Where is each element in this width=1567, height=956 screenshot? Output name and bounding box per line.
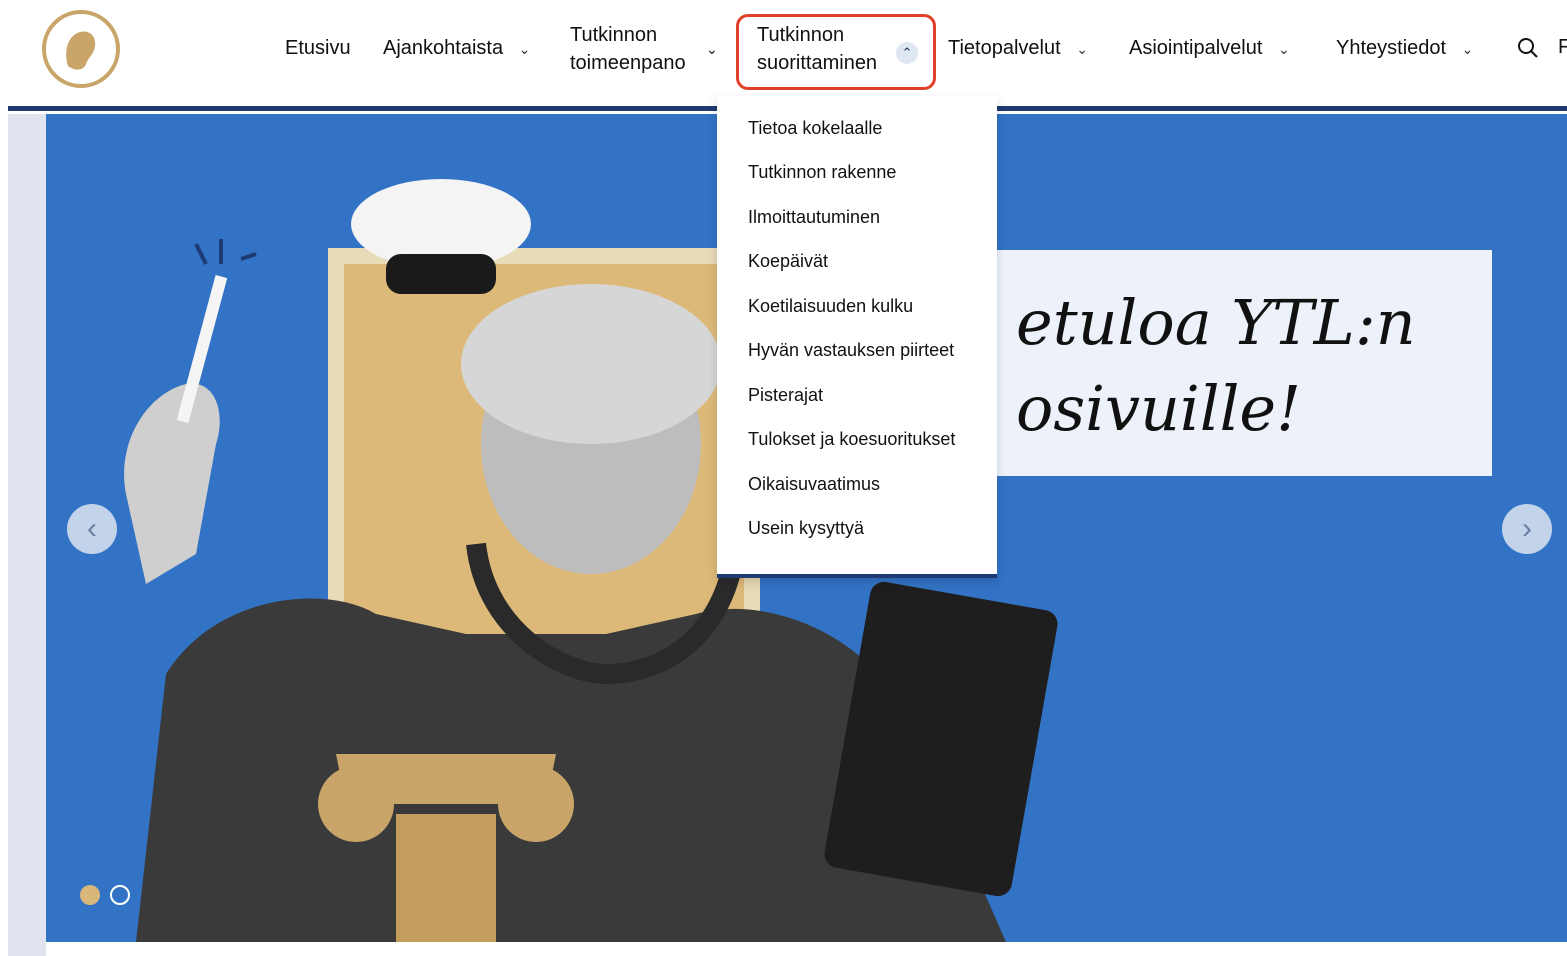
nav-label: Etusivu: [285, 37, 351, 59]
hero-title-line1: etuloa YTL:n: [1016, 286, 1416, 359]
carousel-prev-button[interactable]: ‹: [67, 504, 117, 554]
menu-item[interactable]: Ilmoittautuminen: [748, 207, 880, 228]
nav-label-line1: Tutkinnon: [570, 24, 658, 46]
chevron-down-icon: ⌄: [1076, 40, 1088, 57]
chevron-right-icon: ›: [1522, 512, 1532, 545]
nav-label: Tietopalvelut: [948, 37, 1061, 59]
nav-item-yhteystiedot[interactable]: Yhteystiedot ⌄: [1336, 34, 1473, 63]
menu-item[interactable]: Koepäivät: [748, 251, 828, 272]
chevron-down-icon: ⌄: [518, 40, 531, 57]
hero-title: etuloa YTL:n osivuille!: [1016, 280, 1416, 452]
hero-left-strip: [8, 114, 46, 956]
carousel-dot-1[interactable]: [80, 885, 100, 905]
menu-item[interactable]: Usein kysyttyä: [748, 518, 864, 539]
chevron-up-button[interactable]: ⌃: [896, 37, 918, 65]
nav-item-ajankohtaista[interactable]: Ajankohtaista ⌄: [383, 34, 530, 63]
nav-item-suorittaminen[interactable]: Tutkinnon suorittaminen: [757, 21, 877, 77]
nav-label: Ajankohtaista: [383, 37, 504, 59]
nav-item-asiointipalvelut[interactable]: Asiointipalvelut ⌄: [1129, 34, 1290, 63]
dropdown-menu-suorittaminen: Tietoa kokelaalle Tutkinnon rakenne Ilmo…: [717, 96, 997, 578]
menu-item[interactable]: Koetilaisuuden kulku: [748, 296, 913, 317]
nav-label: Asiointipalvelut: [1129, 37, 1263, 59]
chevron-left-icon: ‹: [87, 512, 97, 545]
nav-item-etusivu[interactable]: Etusivu: [285, 34, 351, 62]
menu-item[interactable]: Tietoa kokelaalle: [748, 118, 882, 139]
carousel-dot-2[interactable]: [110, 885, 130, 905]
chevron-down-icon: ⌄: [1461, 40, 1474, 57]
menu-item[interactable]: Tutkinnon rakenne: [748, 162, 896, 183]
chevron-down-icon: ⌄: [1277, 40, 1290, 57]
nav-label-line2: suorittaminen: [757, 52, 878, 74]
menu-item[interactable]: Pisterajat: [748, 385, 823, 406]
search-button[interactable]: [1516, 36, 1540, 60]
nav-item-tietopalvelut[interactable]: Tietopalvelut ⌄: [948, 34, 1088, 63]
chevron-down-icon[interactable]: ⌄: [706, 34, 718, 63]
carousel-dots: [80, 885, 130, 905]
nav-item-toimeenpano[interactable]: Tutkinnon toimeenpano: [570, 21, 686, 77]
carousel-next-button[interactable]: ›: [1502, 504, 1552, 554]
nav-label-line1: Tutkinnon: [757, 24, 845, 46]
hero-title-line2: osivuille!: [1016, 372, 1302, 445]
search-icon: [1518, 38, 1538, 58]
chevron-up-icon: ⌃: [896, 42, 918, 64]
menu-item[interactable]: Hyvän vastauksen piirteet: [748, 340, 954, 361]
nav-label: Yhteystiedot: [1336, 37, 1447, 59]
menu-item[interactable]: Tulokset ja koesuoritukset: [748, 429, 955, 450]
menu-item[interactable]: Oikaisuvaatimus: [748, 474, 880, 495]
ytl-logo[interactable]: [42, 10, 120, 88]
nav-label-line2: toimeenpano: [570, 52, 686, 74]
nav-item-truncated[interactable]: F: [1558, 36, 1567, 59]
site-header: Etusivu Ajankohtaista ⌄ Tutkinnon toimee…: [0, 0, 1567, 108]
hero-title-box: etuloa YTL:n osivuille!: [996, 250, 1492, 476]
logo-icon: [51, 19, 111, 79]
